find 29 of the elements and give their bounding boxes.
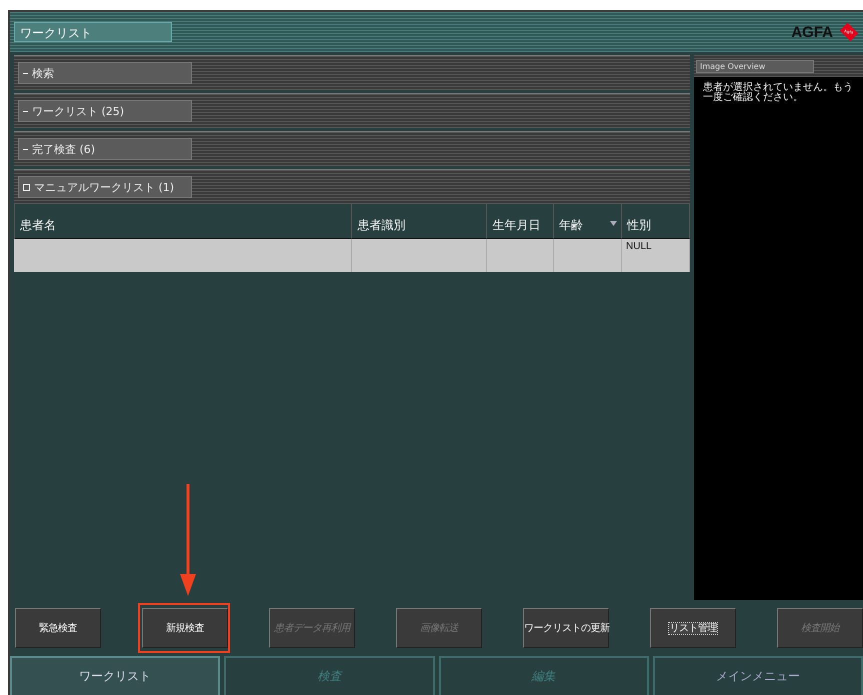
section-title: 完了検査 (6) (32, 142, 96, 156)
column-title: 患者名 (20, 217, 56, 234)
column-title: 性別 (627, 217, 652, 234)
section-header[interactable]: マニュアルワークリスト (1) (18, 176, 192, 198)
section-bar[interactable]: 検索 (14, 55, 690, 90)
section-header[interactable]: 検索 (18, 62, 192, 84)
section-header[interactable]: 完了検査 (6) (18, 138, 192, 160)
status-message: 患者が選択されていません。もう一度ご確認ください。 (702, 80, 854, 103)
table-cell: NULL (622, 239, 690, 272)
focus-outline: リスト管理 (669, 623, 717, 634)
logo-text: AGFA (791, 24, 833, 40)
section-bar[interactable]: マニュアルワークリスト (1) (14, 169, 690, 204)
action-button[interactable]: ワークリストの更新 (523, 608, 609, 648)
action-button[interactable]: 緊急検査 (15, 608, 101, 648)
nav-tab[interactable]: メインメニュー (652, 656, 863, 695)
column-title: 患者識別 (357, 217, 406, 234)
window-title: ワークリスト (14, 22, 172, 42)
section-title: 検索 (32, 66, 54, 80)
panel-title: Image Overview (696, 60, 814, 72)
section-header[interactable]: ワークリスト (25) (18, 100, 192, 122)
section-title: マニュアルワークリスト (1) (34, 180, 174, 194)
action-button[interactable]: リスト管理 (650, 608, 736, 648)
column-title: 生年月日 (492, 217, 540, 234)
section-title: ワークリスト (25) (32, 104, 124, 118)
section-bar[interactable]: 完了検査 (6) (14, 131, 690, 166)
section-bar[interactable]: ワークリスト (25) (14, 93, 690, 128)
action-button[interactable]: 新規検査 (142, 608, 228, 648)
nav-tab[interactable]: ワークリスト (10, 656, 220, 695)
column-title: 年齢 (559, 217, 584, 234)
